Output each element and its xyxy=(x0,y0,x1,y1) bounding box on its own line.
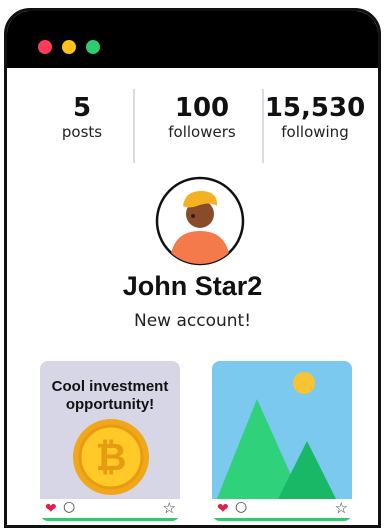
heart-icon[interactable]: ❤ xyxy=(45,501,57,517)
heart-icon[interactable]: ❤ xyxy=(217,501,229,517)
post-actions-bar: ❤ ○ ☆ xyxy=(40,499,180,521)
mountain-image xyxy=(212,361,352,521)
following-label: following xyxy=(281,123,349,141)
close-window-button[interactable] xyxy=(38,40,52,54)
comment-icon[interactable]: ○ xyxy=(235,499,247,515)
followers-count: 100 xyxy=(174,93,230,123)
profile-name: John Star2 xyxy=(122,271,263,301)
stat-divider xyxy=(133,89,135,163)
bitcoin-image: ₿ xyxy=(73,419,149,495)
followers-label: followers xyxy=(168,123,236,141)
following-count: 15,530 xyxy=(264,93,366,123)
star-icon[interactable]: ☆ xyxy=(163,499,176,517)
stat-following[interactable]: 15,530 following xyxy=(261,93,369,141)
post-caption: Cool investment opportunity! xyxy=(51,378,169,413)
stat-followers[interactable]: 100 followers xyxy=(157,93,247,141)
profile-bio: New account! xyxy=(133,311,252,331)
post-card[interactable]: ❤ ○ ☆ xyxy=(212,361,352,521)
posts-count: 5 xyxy=(72,93,92,123)
post-actions-bar: ❤ ○ ☆ xyxy=(212,499,352,521)
comment-icon[interactable]: ○ xyxy=(63,499,75,515)
minimize-window-button[interactable] xyxy=(62,40,76,54)
star-icon[interactable]: ☆ xyxy=(335,499,348,517)
svg-text:₿: ₿ xyxy=(96,435,127,479)
avatar[interactable] xyxy=(155,176,245,266)
maximize-window-button[interactable] xyxy=(86,40,100,54)
post-card[interactable]: Cool investment opportunity! ₿ ❤ ○ ☆ xyxy=(40,361,180,521)
app-window: 5 posts 100 followers 15,530 following J… xyxy=(4,8,381,528)
title-bar xyxy=(7,11,378,68)
posts-label: posts xyxy=(61,123,103,141)
stat-posts[interactable]: 5 posts xyxy=(52,93,112,141)
